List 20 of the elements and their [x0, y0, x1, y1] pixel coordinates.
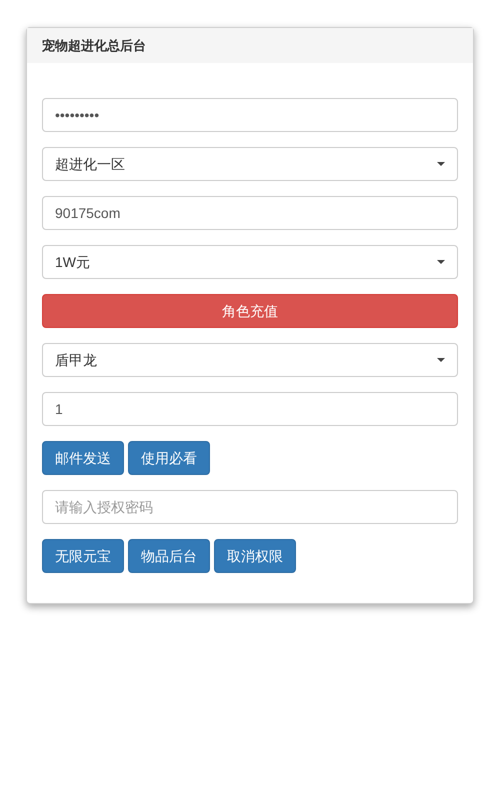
action-button[interactable]: 邮件发送: [42, 441, 124, 475]
dropdown[interactable]: 超进化一区: [42, 147, 458, 181]
recharge-button[interactable]: 角色充值: [42, 294, 458, 328]
input-field[interactable]: 90175com: [42, 196, 458, 230]
dropdown-value: 1W元: [55, 252, 90, 272]
dropdown[interactable]: 1W元: [42, 245, 458, 279]
panel-title: 宠物超进化总后台: [42, 36, 146, 55]
dropdown-value: 盾甲龙: [55, 350, 97, 370]
action-button[interactable]: 取消权限: [214, 539, 296, 573]
input-field[interactable]: 请输入授权密码: [42, 490, 458, 524]
input-field[interactable]: •••••••••: [42, 98, 458, 132]
caret-icon: [437, 260, 445, 264]
dropdown-value: 超进化一区: [55, 154, 125, 174]
action-button[interactable]: 使用必看: [128, 441, 210, 475]
action-button[interactable]: 物品后台: [128, 539, 210, 573]
caret-icon: [437, 162, 445, 166]
caret-icon: [437, 358, 445, 362]
action-button[interactable]: 无限元宝: [42, 539, 124, 573]
dropdown[interactable]: 盾甲龙: [42, 343, 458, 377]
input-field[interactable]: 1: [42, 392, 458, 426]
